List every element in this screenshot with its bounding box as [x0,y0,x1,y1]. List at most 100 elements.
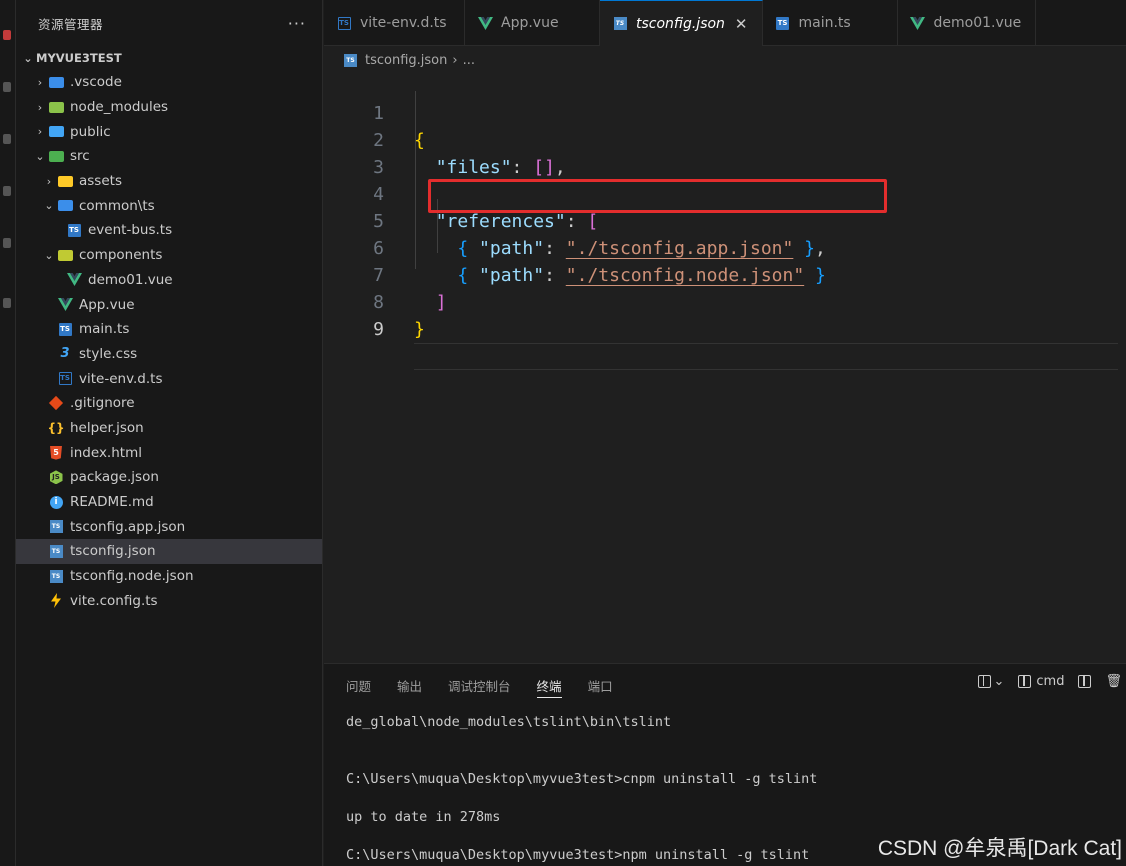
vue-file-icon [477,15,493,31]
editor-area: TS vite-env.d.ts App.vue TS tsconfig.json ✕ TS… [324,0,1126,663]
code-line-8: 8 } [324,262,1118,340]
tree-item-label: main.ts [79,321,130,338]
breadcrumb-file[interactable]: tsconfig.json [365,53,447,68]
split-terminal-button[interactable] [1078,675,1092,688]
editor-tab[interactable]: TS tsconfig.json ✕ [600,0,763,46]
tsconfig-file-icon: TS [344,53,357,67]
html-file-icon: 5 [48,445,64,461]
vue-file-icon [66,272,82,288]
tree-item[interactable]: App.vue [16,292,322,317]
code-line-4: 4 "references": [ [324,154,1118,232]
tree-item-label: components [79,247,163,264]
tree-item-label: node_modules [70,99,169,116]
tree-item[interactable]: › assets [16,169,322,194]
tree-item[interactable]: ⌄ src [16,144,322,169]
tree-item-label: vite-env.d.ts [79,370,163,387]
tsconfig-file-icon: TS [48,568,64,584]
layout-icon [977,675,991,688]
tree-item[interactable]: 5 index.html [16,440,322,465]
panel-tab[interactable]: 问题 [346,664,371,706]
tree-item-label: App.vue [79,296,135,313]
panel-tab[interactable]: 调试控制台 [448,664,511,706]
tree-item[interactable]: TS event-bus.ts [16,218,322,243]
tree-item[interactable]: TS tsconfig.node.json [16,564,322,589]
code-line-7: 7 ] [324,235,1118,313]
chevron-down-icon: ⌄ [993,674,1005,689]
more-actions-icon[interactable]: ··· [288,14,306,33]
activity-icon[interactable] [3,298,11,308]
vite-bolt-icon [48,593,64,609]
terminal-selector[interactable]: cmd [1018,674,1064,689]
tree-item[interactable]: TS vite-env.d.ts [16,366,322,391]
activity-icon[interactable] [3,186,11,196]
tree-item-label: vite.config.ts [70,592,158,609]
split-layout-button[interactable]: ⌄ [977,674,1005,689]
editor-tab[interactable]: demo01.vue [898,0,1037,46]
info-icon: i [48,494,64,510]
chevron-down-icon: ⌄ [35,149,45,163]
panel-tab[interactable]: 终端 [536,664,562,706]
git-file-icon [48,395,64,411]
split-icon [1078,675,1092,688]
chevron-down-icon: ⌄ [44,199,54,213]
kill-terminal-button[interactable]: 🗑 [1105,674,1122,689]
file-tree: › .vscode › node_modules › public ⌄ src › assets ⌄… [16,70,322,613]
tree-item[interactable]: i README.md [16,490,322,515]
code-line-2: 2 "files": [], [324,100,1118,178]
activity-icon[interactable] [3,134,11,144]
chevron-right-icon: › [37,100,43,114]
project-folder-row[interactable]: ⌄ MYVUE3TEST [16,46,322,70]
breadcrumb-separator: › [452,52,458,68]
activity-icon[interactable] [3,82,11,92]
tree-item[interactable]: ⌄ common\ts [16,193,322,218]
terminal-line: de_global\node_modules\tslint\bin\tslint [346,714,672,730]
tree-item[interactable]: TS main.ts [16,317,322,342]
tree-item-label: event-bus.ts [88,222,173,239]
breadcrumb-rest[interactable]: ... [463,53,475,68]
src-folder-icon [48,148,64,164]
tree-item[interactable]: › public [16,119,322,144]
activity-icon[interactable] [3,30,11,40]
editor-tab[interactable]: App.vue [465,0,600,46]
editor-tab[interactable]: TS vite-env.d.ts [324,0,465,46]
chevron-right-icon: › [37,125,43,139]
tree-item-label: .gitignore [70,395,135,412]
tree-item[interactable]: demo01.vue [16,268,322,293]
terminal-line: up to date in 278ms [346,809,501,825]
code-line-1: 1 { [324,73,1118,151]
tree-item[interactable]: TS tsconfig.json [16,539,322,564]
tree-item[interactable]: vite.config.ts [16,588,322,613]
globe-folder-icon [48,124,64,140]
tree-item-label: public [70,123,111,140]
tree-item[interactable]: 3 style.css [16,342,322,367]
tree-item[interactable]: › .vscode [16,70,322,95]
tab-label: main.ts [798,15,851,31]
shell-label: cmd [1036,674,1065,689]
code-editor[interactable]: 1 { 2 "files": [], 3 4 "references": [ 5… [324,73,1126,663]
close-icon[interactable]: ✕ [735,15,748,33]
terminal-line: C:\Users\muqua\Desktop\myvue3test>npm un… [346,847,810,863]
tree-item[interactable]: {} helper.json [16,416,322,441]
editor-tab[interactable]: TS main.ts [763,0,898,46]
watermark-text: CSDN @牟泉禹[Dark Cat] [877,837,1122,860]
tree-item[interactable]: JS package.json [16,465,322,490]
activity-bar [0,0,16,866]
tree-item-label: tsconfig.node.json [70,568,194,585]
explorer-title: 资源管理器 [38,16,104,32]
tree-item[interactable]: TS tsconfig.app.json [16,514,322,539]
typescript-file-icon: TS [775,15,791,31]
tab-label: vite-env.d.ts [360,15,447,31]
chevron-down-icon: ⌄ [44,248,54,262]
tree-item[interactable]: ⌄ components [16,243,322,268]
activity-icon[interactable] [3,238,11,248]
tree-item[interactable]: › node_modules [16,95,322,120]
chevron-right-icon: › [37,75,43,89]
panel-tab[interactable]: 输出 [397,664,422,706]
tree-item-label: package.json [70,469,159,486]
tree-item[interactable]: .gitignore [16,391,322,416]
tree-item-label: index.html [70,444,142,461]
code-line-9: 9 [324,289,1118,370]
tsconfig-file-icon: TS [48,543,64,559]
panel-tab[interactable]: 端口 [588,664,613,706]
tree-item-label: common\ts [79,197,155,214]
